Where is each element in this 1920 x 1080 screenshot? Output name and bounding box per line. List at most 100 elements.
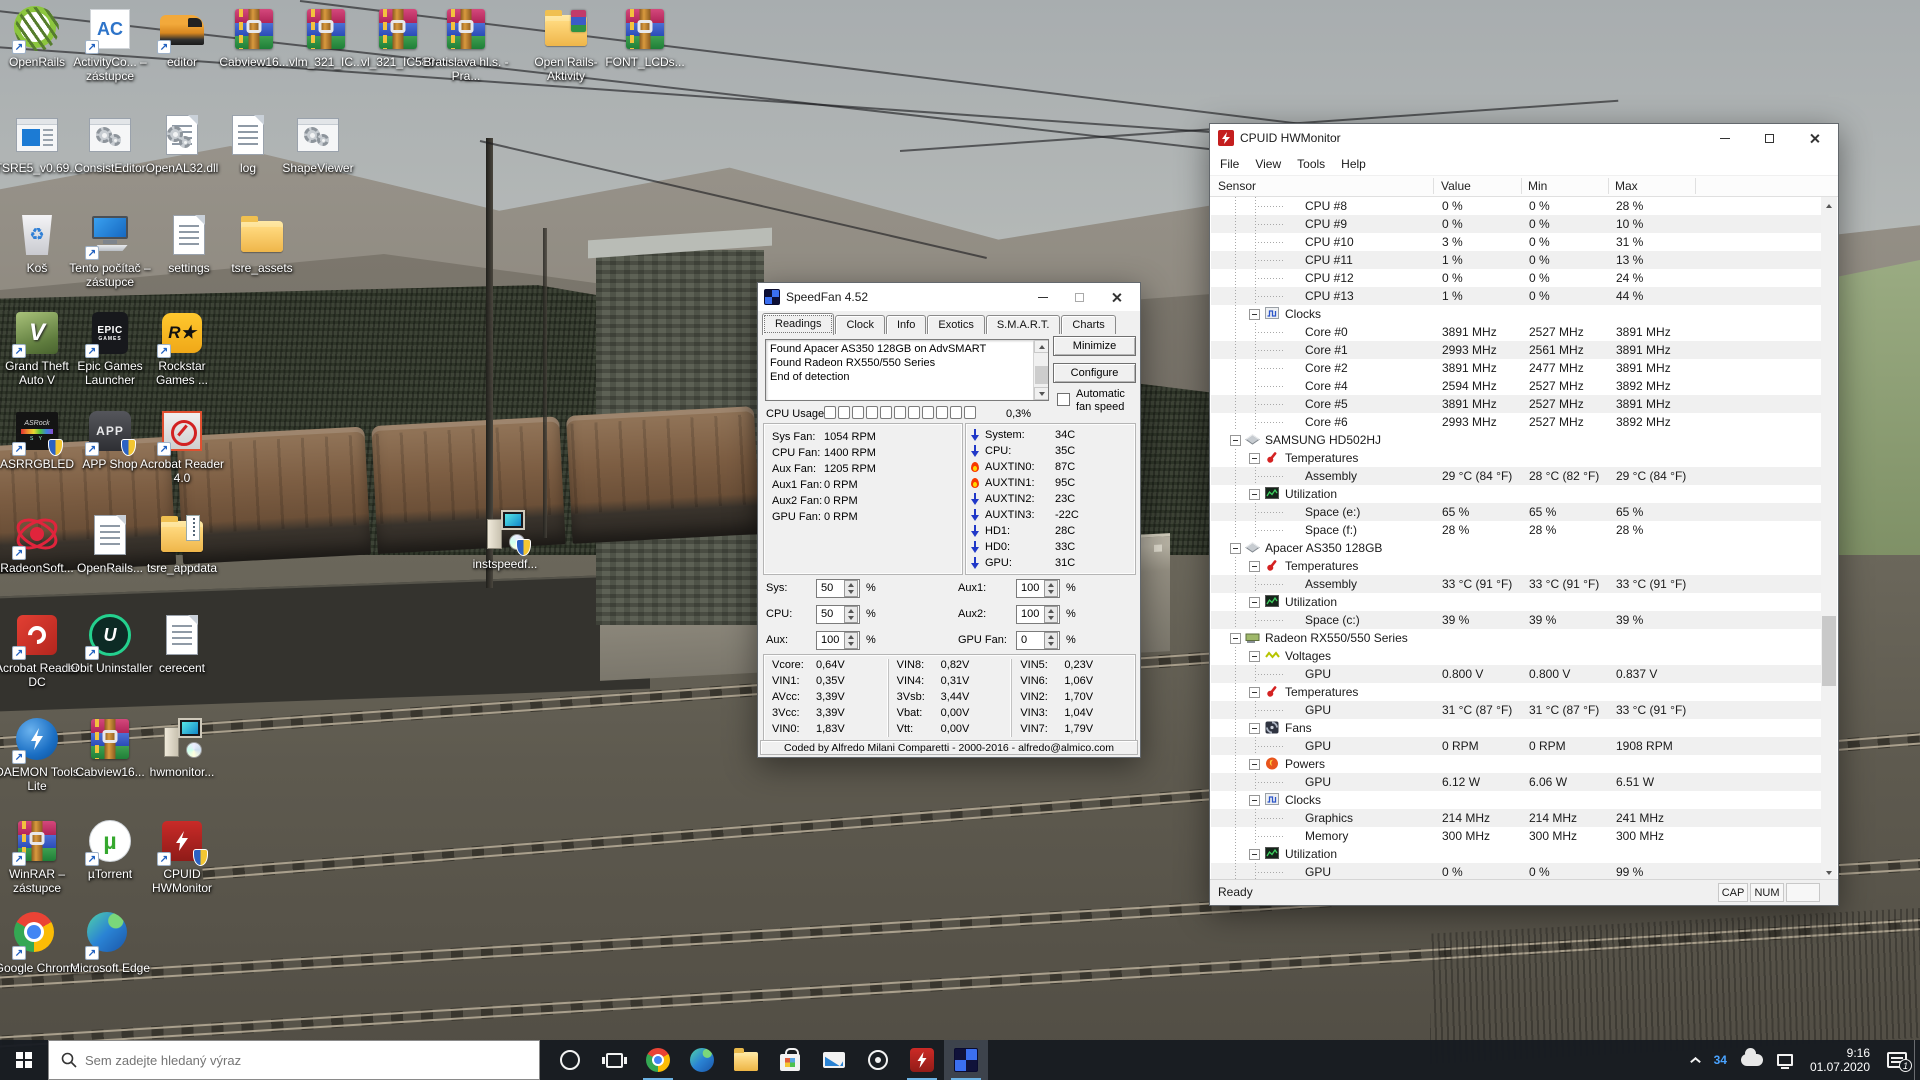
taskbar-icon-edge[interactable]: [680, 1040, 724, 1080]
sensor-row-space-c-[interactable]: Space (c:)39 %39 %39 %: [1211, 611, 1821, 629]
configure-button[interactable]: Configure: [1053, 363, 1136, 383]
desktop-icon-open-rails-aktivity[interactable]: Open Rails-Aktivity: [523, 6, 609, 83]
tab-charts[interactable]: Charts: [1061, 315, 1115, 334]
scrollbar-thumb[interactable]: [1035, 366, 1048, 384]
taskbar-icon-taskview[interactable]: [592, 1040, 636, 1080]
sensor-node-apacer-as350-128gb[interactable]: Apacer AS350 128GB: [1211, 539, 1821, 557]
spinner-updown-buttons[interactable]: [1044, 606, 1058, 623]
sensor-row-cpu-8[interactable]: CPU #80 %0 %28 %: [1211, 197, 1821, 215]
taskbar-icon-store[interactable]: [768, 1040, 812, 1080]
action-center-icon[interactable]: 1: [1880, 1040, 1914, 1080]
sensor-node-clocks[interactable]: Clocks: [1211, 791, 1821, 809]
sensor-node-powers[interactable]: Powers: [1211, 755, 1821, 773]
scrollbar-thumb[interactable]: [1822, 616, 1836, 686]
taskbar-icon-mail[interactable]: [812, 1040, 856, 1080]
sensor-node-temperatures[interactable]: Temperatures: [1211, 449, 1821, 467]
spinner-updown-buttons[interactable]: [1044, 580, 1058, 597]
collapse-toggle[interactable]: [1249, 651, 1260, 662]
desktop-icon-microsoft-edge[interactable]: Microsoft Edge: [67, 912, 153, 975]
spinner-updown-buttons[interactable]: [1044, 632, 1058, 649]
collapse-toggle[interactable]: [1230, 435, 1241, 446]
sensor-row-assembly[interactable]: Assembly29 °C (84 °F)28 °C (82 °F)29 °C …: [1211, 467, 1821, 485]
menu-file[interactable]: File: [1212, 154, 1247, 174]
tab-exotics[interactable]: Exotics: [927, 315, 984, 334]
collapse-toggle[interactable]: [1249, 687, 1260, 698]
sensor-node-utilization[interactable]: Utilization: [1211, 593, 1821, 611]
sensor-row-core-4[interactable]: Core #42594 MHz2527 MHz3892 MHz: [1211, 377, 1821, 395]
sensor-row-cpu-9[interactable]: CPU #90 %0 %10 %: [1211, 215, 1821, 233]
column-header-sensor[interactable]: Sensor: [1218, 179, 1256, 193]
desktop-icon-hwmonitor-[interactable]: hwmonitor...: [139, 716, 225, 779]
taskbar-icon-speedfan[interactable]: [944, 1040, 988, 1080]
scroll-down-icon[interactable]: [1034, 387, 1049, 400]
sensor-row-graphics[interactable]: Graphics214 MHz214 MHz241 MHz: [1211, 809, 1821, 827]
collapse-toggle[interactable]: [1230, 633, 1241, 644]
column-header-min[interactable]: Min: [1528, 179, 1547, 193]
column-header-max[interactable]: Max: [1615, 179, 1638, 193]
tab-info[interactable]: Info: [886, 315, 926, 334]
network-icon[interactable]: [1770, 1040, 1800, 1080]
taskbar-icon-ring[interactable]: [856, 1040, 900, 1080]
tray-temperature[interactable]: 34: [1707, 1040, 1734, 1080]
desktop-icon-tsre-appdata[interactable]: tsre_appdata: [139, 512, 225, 575]
sensor-node-utilization[interactable]: Utilization: [1211, 485, 1821, 503]
sensor-row-space-f-[interactable]: Space (f:)28 %28 %28 %: [1211, 521, 1821, 539]
desktop-icon-rockstar-games-[interactable]: R★Rockstar Games ...: [139, 310, 225, 387]
column-headers[interactable]: Sensor Value Min Max: [1210, 176, 1838, 197]
menu-help[interactable]: Help: [1333, 154, 1374, 174]
taskbar-icon-cortana[interactable]: [548, 1040, 592, 1080]
collapse-toggle[interactable]: [1249, 561, 1260, 572]
menu-view[interactable]: View: [1247, 154, 1289, 174]
collapse-toggle[interactable]: [1249, 795, 1260, 806]
desktop-icon-shapeviewer[interactable]: ShapeViewer: [275, 112, 361, 175]
collapse-toggle[interactable]: [1249, 759, 1260, 770]
sensor-row-cpu-11[interactable]: CPU #111 %0 %13 %: [1211, 251, 1821, 269]
minimize-button[interactable]: [1702, 124, 1747, 152]
detection-log[interactable]: Found Apacer AS350 128GB on AdvSMARTFoun…: [765, 339, 1049, 401]
menu-tools[interactable]: Tools: [1289, 154, 1333, 174]
desktop-icon-cerecent[interactable]: cerecent: [139, 612, 225, 675]
tab-clock[interactable]: Clock: [835, 315, 885, 334]
search-input[interactable]: [85, 1053, 485, 1068]
minimize-app-button[interactable]: Minimize: [1053, 336, 1136, 356]
sensor-row-gpu[interactable]: GPU31 °C (87 °F)31 °C (87 °F)33 °C (91 °…: [1211, 701, 1821, 719]
collapse-toggle[interactable]: [1249, 597, 1260, 608]
sensor-row-cpu-13[interactable]: CPU #131 %0 %44 %: [1211, 287, 1821, 305]
tray-chevron-icon[interactable]: [1683, 1040, 1707, 1080]
tab-smart[interactable]: S.M.A.R.T.: [986, 315, 1061, 334]
start-button[interactable]: [0, 1040, 48, 1080]
automatic-fan-speed-checkbox[interactable]: [1057, 393, 1070, 406]
sensor-row-core-2[interactable]: Core #23891 MHz2477 MHz3891 MHz: [1211, 359, 1821, 377]
sensor-row-memory[interactable]: Memory300 MHz300 MHz300 MHz: [1211, 827, 1821, 845]
clock[interactable]: 9:16 01.07.2020: [1800, 1040, 1880, 1080]
taskbar-icon-hwmonitor[interactable]: [900, 1040, 944, 1080]
sensor-node-utilization[interactable]: Utilization: [1211, 845, 1821, 863]
close-button[interactable]: [1792, 124, 1837, 152]
log-scrollbar[interactable]: [1033, 340, 1048, 400]
sensor-node-temperatures[interactable]: Temperatures: [1211, 557, 1821, 575]
desktop-icon-cpuid-hwmonitor[interactable]: CPUID HWMonitor: [139, 818, 225, 895]
sensor-node-temperatures[interactable]: Temperatures: [1211, 683, 1821, 701]
sensor-row-core-5[interactable]: Core #53891 MHz2527 MHz3891 MHz: [1211, 395, 1821, 413]
column-header-value[interactable]: Value: [1441, 179, 1471, 193]
onedrive-cloud-icon[interactable]: [1734, 1040, 1770, 1080]
collapse-toggle[interactable]: [1249, 723, 1260, 734]
sensor-row-assembly[interactable]: Assembly33 °C (91 °F)33 °C (91 °F)33 °C …: [1211, 575, 1821, 593]
scroll-up-icon[interactable]: [1034, 340, 1049, 353]
sensor-row-cpu-12[interactable]: CPU #120 %0 %24 %: [1211, 269, 1821, 287]
sensor-row-core-1[interactable]: Core #12993 MHz2561 MHz3891 MHz: [1211, 341, 1821, 359]
sensor-row-gpu[interactable]: GPU6.12 W6.06 W6.51 W: [1211, 773, 1821, 791]
sensor-row-core-0[interactable]: Core #03891 MHz2527 MHz3891 MHz: [1211, 323, 1821, 341]
scroll-up-icon[interactable]: [1821, 197, 1837, 214]
desktop-icon-font-lcds-[interactable]: FONT_LCDs...: [602, 6, 688, 69]
desktop-icon-instspeedf-[interactable]: instspeedf...: [462, 508, 548, 571]
sensor-row-cpu-10[interactable]: CPU #103 %0 %31 %: [1211, 233, 1821, 251]
sensor-row-gpu[interactable]: GPU0.800 V0.800 V0.837 V: [1211, 665, 1821, 683]
sensor-node-voltages[interactable]: Voltages: [1211, 647, 1821, 665]
sensor-node-fans[interactable]: Fans: [1211, 719, 1821, 737]
taskbar-icon-explorer[interactable]: [724, 1040, 768, 1080]
sensor-node-clocks[interactable]: Clocks: [1211, 305, 1821, 323]
taskbar-search[interactable]: [48, 1040, 540, 1080]
show-desktop-button[interactable]: [1914, 1040, 1920, 1080]
collapse-toggle[interactable]: [1230, 543, 1241, 554]
